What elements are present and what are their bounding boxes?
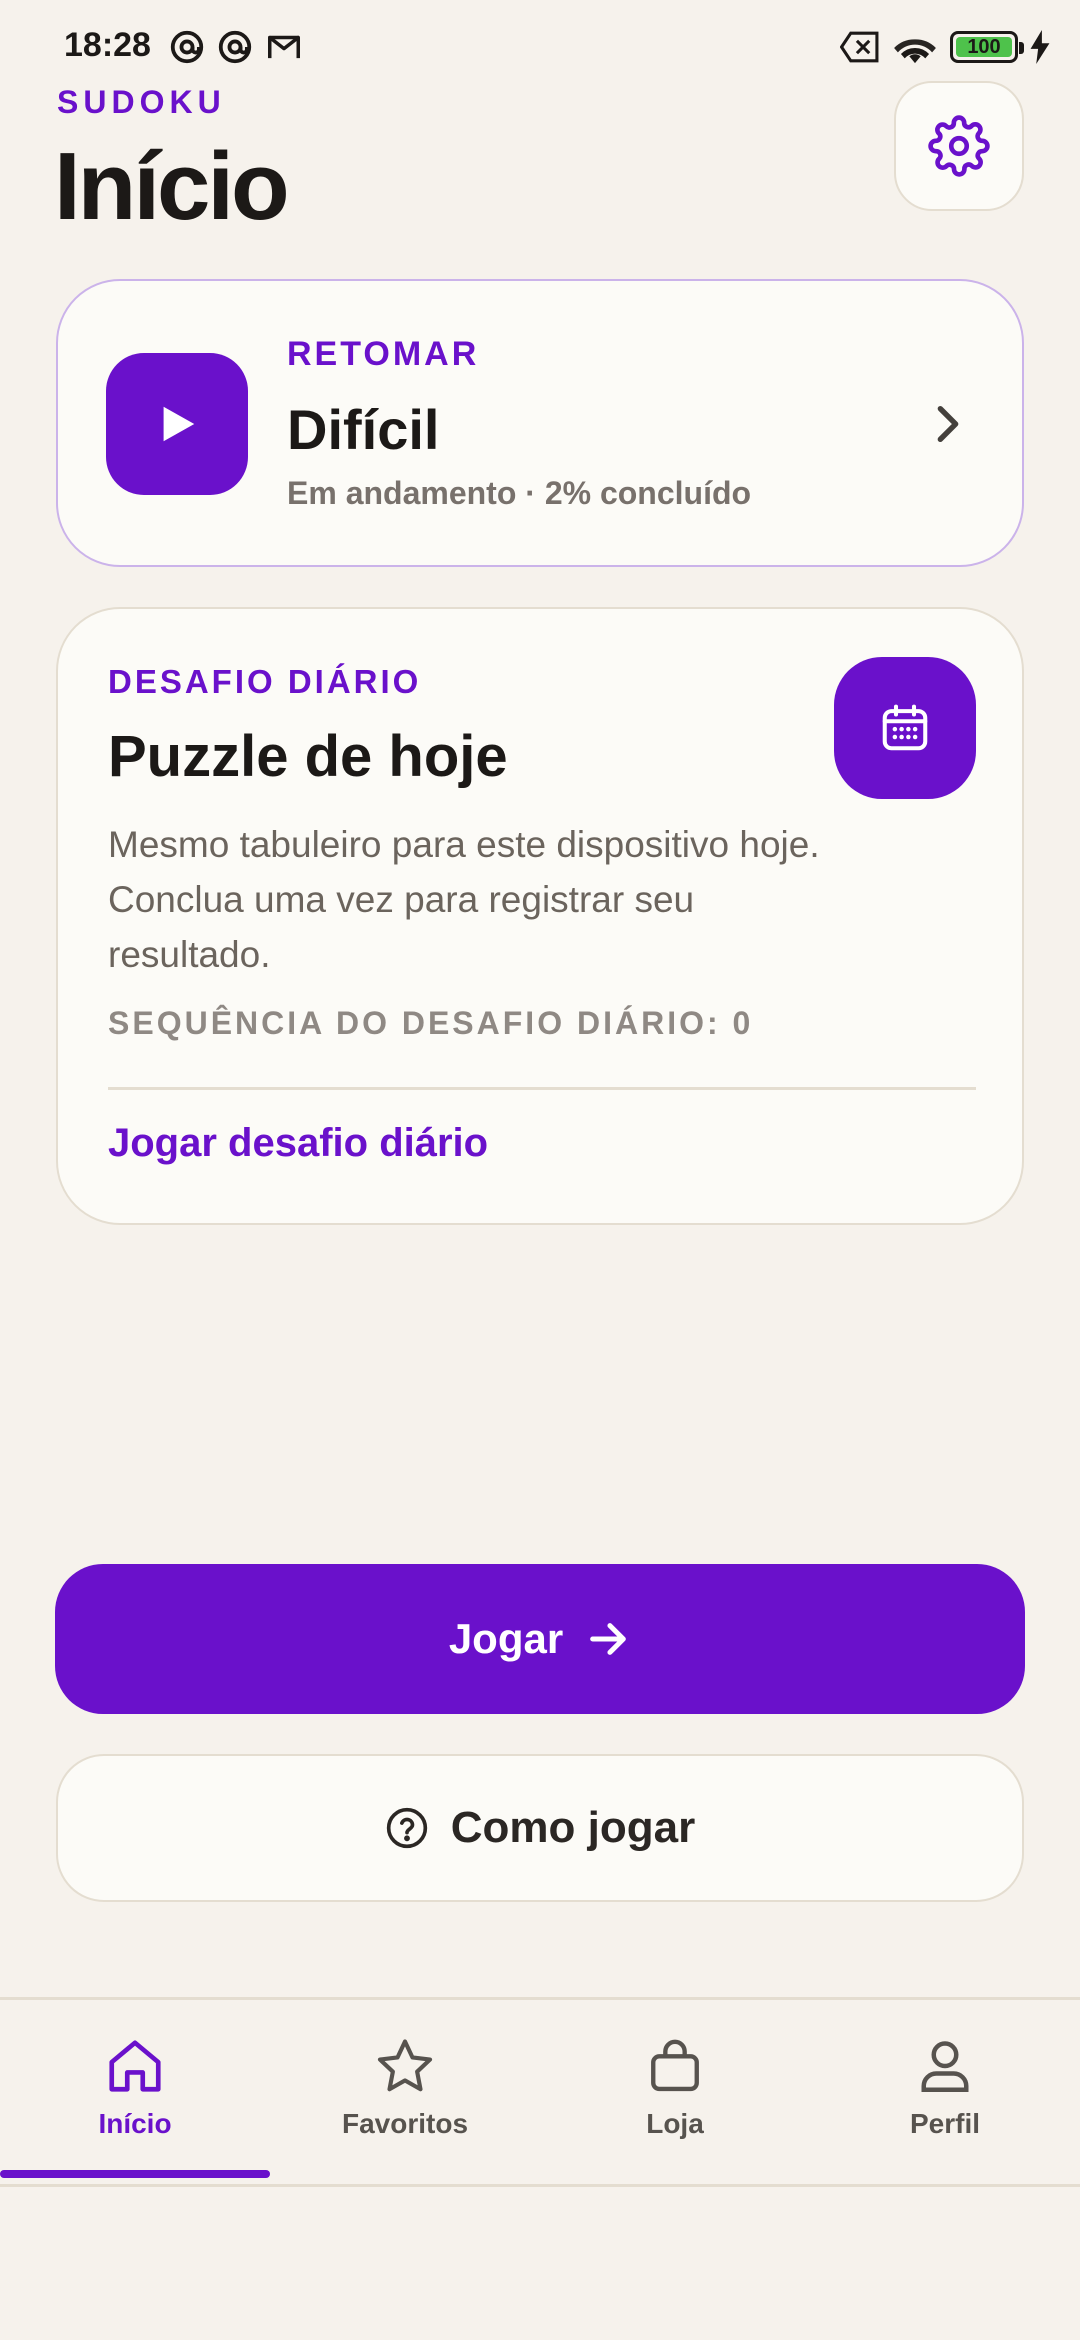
arrow-right-icon [590,1623,627,1655]
user-icon [921,2041,969,2092]
settings-button[interactable] [894,81,1024,211]
calendar-icon [882,704,928,751]
charging-icon [1030,30,1050,64]
bottom-navigation: Início Favoritos Loja Perfil [0,1997,1080,2187]
wifi-icon [894,39,936,64]
nav-item-home[interactable]: Início [0,2000,270,2184]
resume-play-tile [106,353,248,495]
gmail-icon [268,35,300,59]
no-sim-icon [840,31,879,63]
daily-challenge-card: DESAFIO DIÁRIO Puzzle de hoje Mesmo tabu… [56,607,1024,1225]
status-time: 18:28 [64,26,151,64]
play-button-label: Jogar [448,1615,564,1662]
nav-label-favorites: Favoritos [341,2108,469,2139]
help-circle-icon [386,1807,427,1849]
nav-item-profile[interactable]: Perfil [810,2000,1080,2184]
system-icons: 100 [840,28,1050,66]
nav-item-shop[interactable]: Loja [540,2000,810,2184]
play-button[interactable]: Jogar [55,1564,1025,1714]
at-sign-icon [170,30,204,64]
active-tab-indicator [0,2170,270,2178]
play-daily-challenge-link[interactable]: Jogar desafio diário [108,1121,488,1166]
daily-streak: SEQUÊNCIA DO DESAFIO DIÁRIO: 0 [108,1005,754,1041]
resume-eyebrow: RETOMAR [287,335,480,373]
nav-item-favorites[interactable]: Favoritos [270,2000,540,2184]
how-to-play-label: Como jogar [450,1803,696,1852]
notification-icons [168,28,304,66]
app-name-eyebrow: SUDOKU [57,84,226,120]
chevron-right-icon [937,405,959,443]
at-sign-icon [218,30,252,64]
page-title: Início [54,133,290,240]
calendar-tile [834,657,976,799]
star-icon [377,2039,433,2092]
play-icon [163,406,195,442]
resume-progress-text: Em andamento · 2% concluído [287,475,752,511]
daily-eyebrow: DESAFIO DIÁRIO [108,663,422,700]
nav-label-shop: Loja [646,2108,704,2139]
gear-icon [928,115,990,177]
divider [108,1087,976,1090]
nav-label-home: Início [98,2108,172,2139]
shopping-bag-icon [651,2039,699,2092]
daily-description: Mesmo tabuleiro para este dispositivo ho… [108,824,820,975]
how-to-play-button[interactable]: Como jogar [56,1754,1024,1902]
status-bar: 18:28 100 [0,0,1080,96]
nav-label-profile: Perfil [909,2108,981,2139]
daily-title: Puzzle de hoje [108,724,508,789]
home-icon [109,2040,161,2092]
resume-difficulty: Difícil [287,398,440,461]
battery-icon: 100 [950,31,1024,63]
resume-game-card[interactable]: RETOMAR Difícil Em andamento · 2% conclu… [56,279,1024,567]
battery-level-text: 100 [967,35,1001,58]
